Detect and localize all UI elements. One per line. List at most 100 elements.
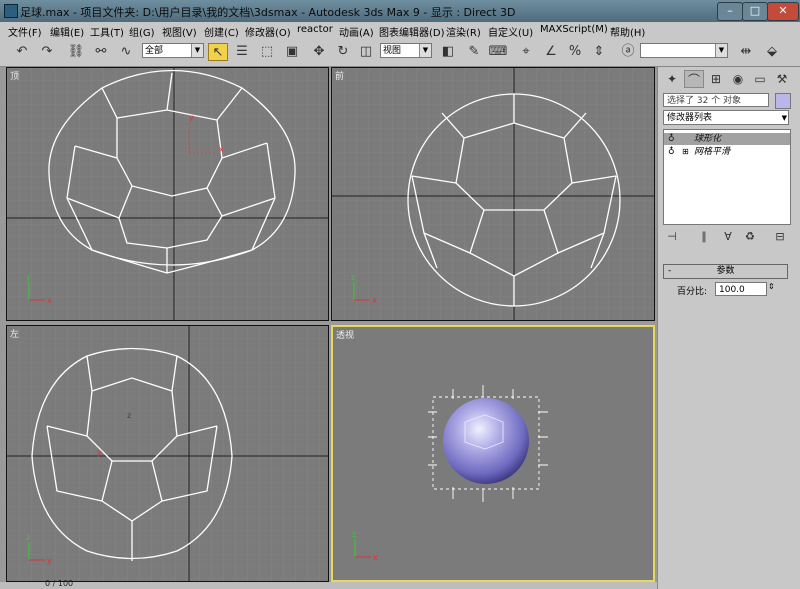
angle-snap-icon[interactable]: ∠ [541,43,561,61]
svg-text:x: x [372,296,377,305]
menu-tools[interactable]: 工具(T) [90,24,124,39]
percent-snap-icon[interactable]: % [565,43,585,61]
select-by-name-icon[interactable]: ☰ [232,43,252,61]
lightbulb-icon[interactable]: ♁ [668,133,675,145]
menu-file[interactable]: 文件(F) [8,24,42,39]
svg-text:y: y [189,113,194,122]
svg-text:x: x [47,296,52,305]
menu-views[interactable]: 视图(V) [162,24,197,39]
svg-text:y: y [26,273,31,282]
redo-icon[interactable]: ↷ [37,43,57,61]
front-wireframe: z x [332,68,654,320]
display-tab-icon[interactable]: ▭ [750,70,770,88]
selection-info-field: 选择了 32 个 对象 [663,93,769,107]
viewport-left[interactable]: 左 z y z y [6,325,329,582]
reference-coord-dropdown[interactable]: 视图 ▼ [380,43,432,58]
stack-item-label: 球形化 [694,134,722,144]
selection-filter-dropdown[interactable]: 全部 ▼ [142,43,204,58]
show-end-result-icon[interactable]: ∥ [695,229,713,245]
bind-spacewarp-icon[interactable]: ∿ [116,43,136,61]
axis-tripod-icon: z x [352,530,378,562]
stack-item-spherify[interactable]: ♁ 球形化 [664,133,790,145]
chevron-down-icon: ▼ [191,44,203,57]
chevron-down-icon: ▼ [715,44,727,57]
select-object-icon[interactable]: ↖ [208,43,228,61]
pivot-icon[interactable]: ◧ [438,43,458,61]
named-selection-sets-dropdown[interactable]: ▼ [640,43,728,58]
menu-create[interactable]: 创建(C) [204,24,239,39]
top-wireframe: y x y x [7,68,328,320]
utilities-tab-icon[interactable]: ⚒ [772,70,792,88]
modify-tab-icon[interactable]: ⌒ [684,70,704,88]
pin-stack-icon[interactable]: ⊣ [663,229,681,245]
svg-text:y: y [97,448,102,457]
menu-animation[interactable]: 动画(A) [339,24,374,39]
menu-modifiers[interactable]: 修改器(O) [245,24,291,39]
percent-spinner[interactable]: 100.0 [715,282,767,296]
percent-value: 100.0 [719,285,745,295]
viewport-perspective[interactable]: 透视 z x [331,325,655,582]
rect-selection-icon[interactable]: ⬚ [257,43,277,61]
menu-graph-editors[interactable]: 图表编辑器(D) [379,24,445,39]
frame-counter: 0 / 100 [45,579,74,588]
selection-filter-value: 全部 [145,46,164,56]
parameters-rollout-header[interactable]: - 参数 [663,264,788,279]
menu-customize[interactable]: 自定义(U) [488,24,533,39]
mirror-icon[interactable]: ⇹ [736,43,756,61]
selection-info-text: 选择了 32 个 对象 [667,96,742,106]
create-tab-icon[interactable]: ✦ [662,70,682,88]
svg-text:z: z [351,273,355,282]
svg-text:x: x [219,145,224,154]
move-icon[interactable]: ✥ [309,43,329,61]
lightbulb-icon[interactable]: ♁ [668,146,675,158]
collapse-minus-icon: - [668,266,672,276]
command-panel-tabs: ✦ ⌒ ⊞ ◉ ▭ ⚒ [660,69,798,89]
make-unique-icon[interactable]: ∀ [719,229,737,245]
stack-item-meshsmooth[interactable]: ♁ ⊞ 网格平滑 [664,146,790,158]
motion-tab-icon[interactable]: ◉ [728,70,748,88]
reference-coord-value: 视图 [383,46,402,56]
keyboard-shortcut-icon[interactable]: ⌨ [488,43,508,61]
maximize-button[interactable]: □ [742,2,768,21]
svg-text:x: x [373,553,378,562]
svg-text:z: z [26,533,30,542]
menu-reactor[interactable]: reactor [297,24,333,35]
svg-text:z: z [352,530,356,539]
expand-plus-icon[interactable]: ⊞ [682,146,689,158]
named-selection-icon[interactable]: ⓐ [618,43,638,61]
spinner-arrows-icon[interactable]: ⇕ [768,282,775,291]
viewport-front[interactable]: 前 z x [331,67,655,321]
unlink-icon[interactable]: ⚯ [91,43,111,61]
chevron-down-icon: ▼ [781,114,787,122]
modifier-list-dropdown[interactable]: 修改器列表 ▼ [663,110,789,125]
viewport-top[interactable]: 顶 y x y x [6,67,329,321]
close-button[interactable]: ✕ [767,2,799,21]
undo-icon[interactable]: ↶ [12,43,32,61]
snap-3d-icon[interactable]: ⌖ [516,43,536,61]
object-color-swatch[interactable] [775,93,791,109]
scale-icon[interactable]: ◫ [356,43,376,61]
window-crossing-icon[interactable]: ▣ [282,43,302,61]
spinner-snap-icon[interactable]: ⇕ [589,43,609,61]
configure-sets-icon[interactable]: ⊟ [771,229,789,245]
chevron-down-icon: ▼ [419,44,431,57]
main-toolbar: ↶ ↷ ⛓ ⚯ ∿ 全部 ▼ ↖ ☰ ⬚ ▣ ✥ ↻ ◫ 视图 ▼ ◧ ✎ ⌨ … [0,39,800,67]
menu-maxscript[interactable]: MAXScript(M) [540,24,608,35]
modifier-stack: ♁ 球形化 ♁ ⊞ 网格平滑 [663,129,791,225]
stack-toolbar: ⊣ ∥ ∀ ♻ ⊟ [661,229,799,247]
menu-rendering[interactable]: 渲染(R) [446,24,481,39]
remove-modifier-icon[interactable]: ♻ [741,229,759,245]
menu-group[interactable]: 组(G) [129,24,155,39]
title-bar: 足球.max - 项目文件夹: D:\用户目录\我的文档\3dsmax - Au… [0,0,800,22]
app-icon [4,4,18,18]
rotate-icon[interactable]: ↻ [333,43,353,61]
align-icon[interactable]: ⬙ [762,43,782,61]
manipulate-icon[interactable]: ✎ [464,43,484,61]
select-link-icon[interactable]: ⛓ [66,43,86,61]
percent-label: 百分比: [677,287,708,297]
menu-edit[interactable]: 编辑(E) [50,24,84,39]
minimize-button[interactable]: – [717,2,743,21]
time-slider[interactable]: 0 / 100 [0,579,657,589]
hierarchy-tab-icon[interactable]: ⊞ [706,70,726,88]
menu-help[interactable]: 帮助(H) [610,24,645,39]
